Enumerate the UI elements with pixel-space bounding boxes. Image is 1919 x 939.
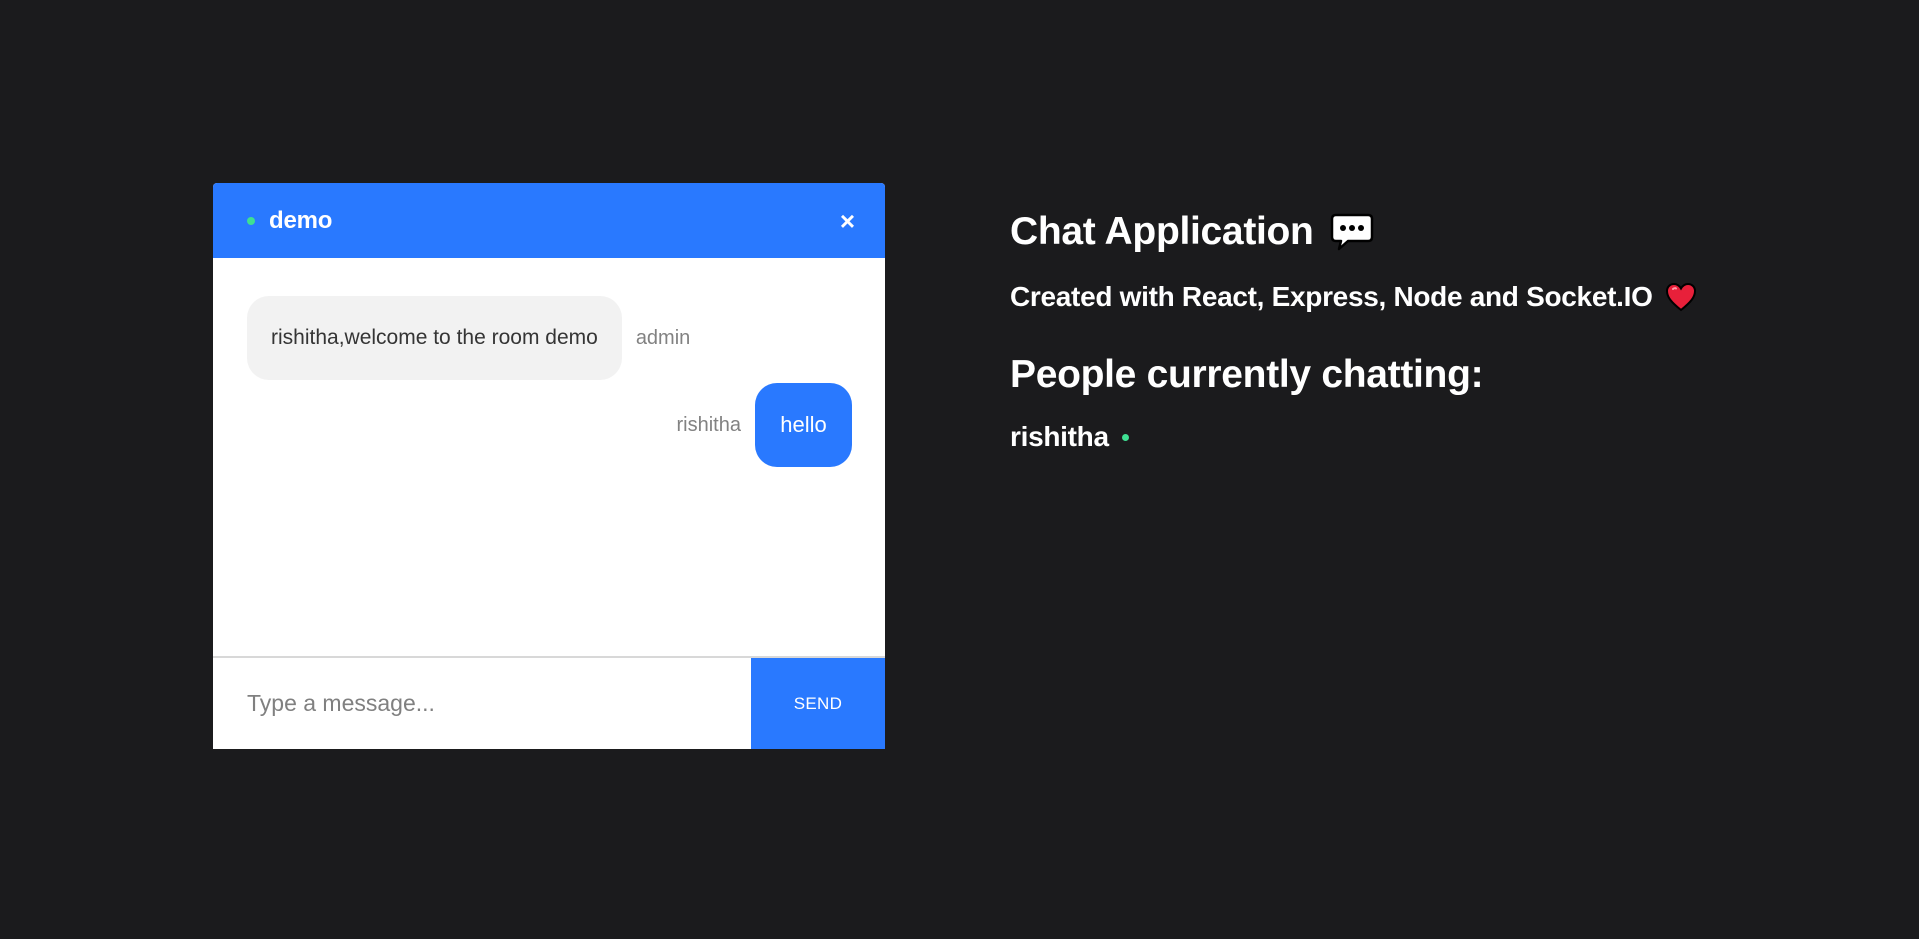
- messages-area: rishitha,welcome to the room demo admin …: [213, 258, 885, 658]
- people-list: rishitha: [1010, 421, 1697, 453]
- message-bubble: rishitha,welcome to the room demo: [247, 296, 622, 380]
- message-sender: rishitha: [676, 413, 741, 436]
- message-row: rishitha hello: [677, 383, 852, 467]
- page: demo × rishitha,welcome to the room demo…: [0, 0, 1919, 939]
- app-title: Chat Application: [1010, 210, 1697, 254]
- message-input[interactable]: [213, 658, 751, 749]
- message-sender: admin: [635, 326, 691, 349]
- close-button[interactable]: ×: [840, 208, 855, 234]
- info-panel: Chat Application Created with React, Exp…: [1010, 210, 1697, 453]
- app-subtitle: Created with React, Express, Node and So…: [1010, 281, 1697, 313]
- online-dot-icon: [1121, 433, 1129, 441]
- people-title: People currently chatting:: [1010, 353, 1484, 396]
- online-dot-icon: [247, 216, 255, 225]
- room-name: demo: [269, 206, 333, 234]
- person-item: rishitha: [1010, 421, 1697, 453]
- message-bubble: hello: [755, 383, 852, 467]
- chat-header: demo ×: [213, 183, 885, 258]
- send-button[interactable]: SEND: [751, 658, 885, 749]
- chat-panel: demo × rishitha,welcome to the room demo…: [213, 183, 885, 749]
- app-title-text: Chat Application: [1010, 210, 1314, 253]
- app-subtitle-text: Created with React, Express, Node and So…: [1010, 281, 1653, 312]
- message-row: rishitha,welcome to the room demo admin: [247, 296, 690, 380]
- person-name: rishitha: [1010, 421, 1109, 452]
- speech-bubble-icon: [1330, 212, 1374, 252]
- message-composer: SEND: [213, 658, 885, 749]
- heart-icon: [1665, 282, 1697, 312]
